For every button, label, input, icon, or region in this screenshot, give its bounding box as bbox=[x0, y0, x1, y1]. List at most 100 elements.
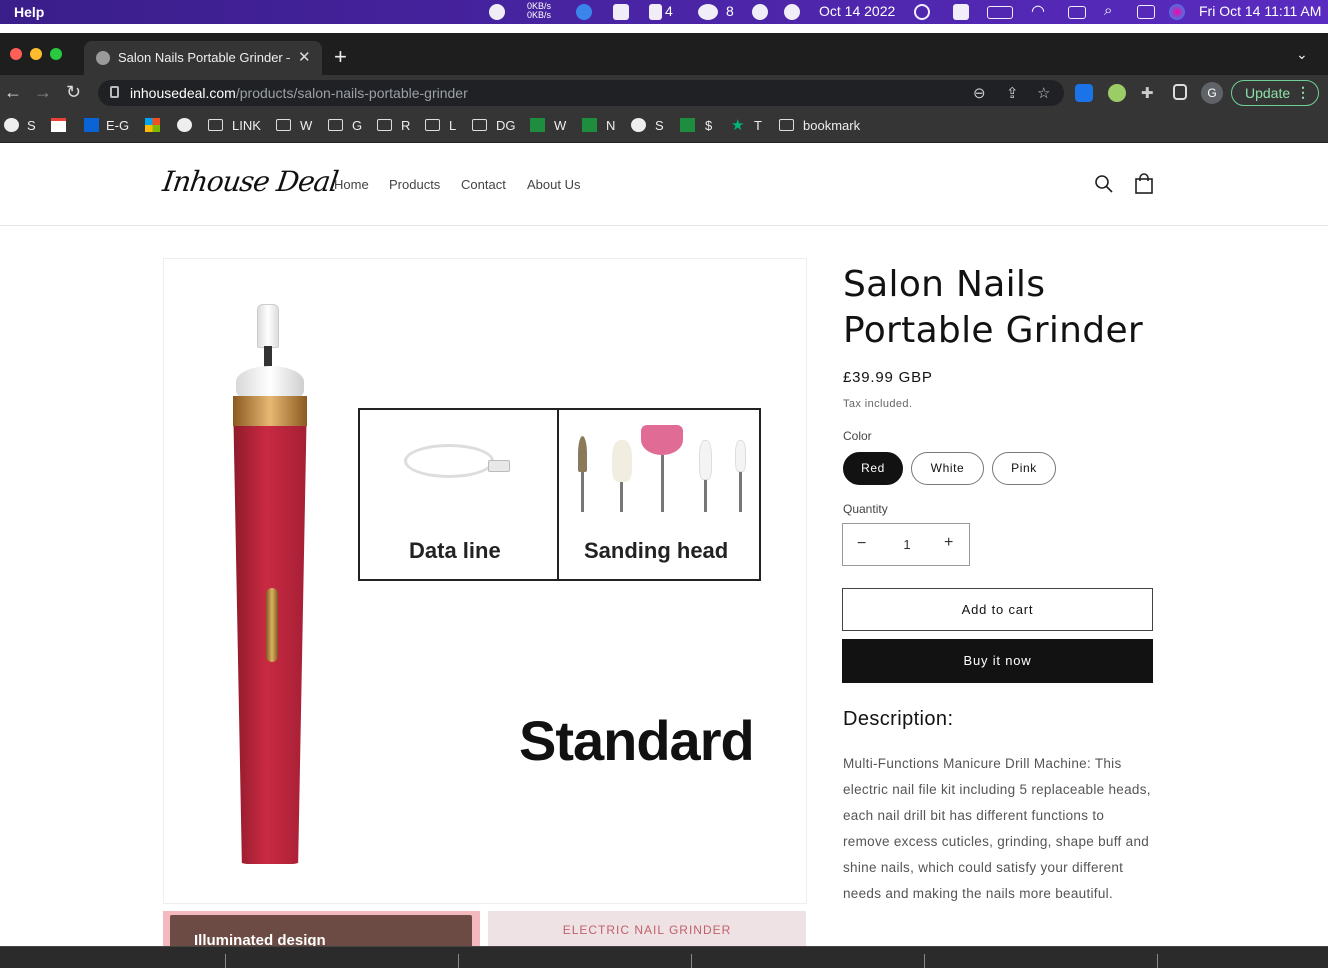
tab-active[interactable]: Salon Nails Portable Grinder – I ✕ bbox=[84, 41, 322, 75]
bookmark-item[interactable]: N bbox=[606, 118, 615, 133]
arrow-app-icon[interactable] bbox=[784, 4, 800, 20]
quantity-increase-button[interactable]: + bbox=[944, 534, 953, 552]
nav-home[interactable]: Home bbox=[334, 177, 369, 192]
tab-close-icon[interactable]: ✕ bbox=[298, 48, 311, 66]
microsoft-icon[interactable] bbox=[145, 118, 160, 132]
sheets-icon bbox=[582, 118, 597, 132]
bookmark-item[interactable]: E-G bbox=[106, 118, 129, 133]
window-minimize-button[interactable] bbox=[30, 48, 42, 60]
reload-button[interactable]: ↻ bbox=[66, 82, 81, 103]
folder-icon bbox=[472, 119, 487, 131]
sanding-head-cone bbox=[578, 436, 587, 472]
bookmark-item[interactable]: W bbox=[554, 118, 566, 133]
address-bar[interactable]: inhousedeal.com/products/salon-nails-por… bbox=[98, 80, 1064, 106]
nav-about-us[interactable]: About Us bbox=[527, 177, 580, 192]
product-thumbnail[interactable]: ELECTRIC NAIL GRINDER bbox=[488, 911, 806, 951]
sanding-head-shaft bbox=[620, 480, 623, 512]
divider bbox=[691, 954, 692, 968]
bookmark-item[interactable]: L bbox=[449, 118, 456, 133]
nav-contact[interactable]: Contact bbox=[461, 177, 506, 192]
folder-icon bbox=[276, 119, 291, 131]
zoom-icon[interactable]: ⊖ bbox=[973, 84, 986, 102]
cart-icon[interactable] bbox=[1134, 173, 1154, 195]
puzzle-extensions-icon[interactable]: ✚ bbox=[1141, 84, 1154, 102]
description-text: Multi-Functions Manicure Drill Machine: … bbox=[843, 756, 1151, 901]
update-button[interactable]: Update ⋮ bbox=[1231, 80, 1319, 106]
add-to-cart-button[interactable]: Add to cart bbox=[842, 588, 1153, 631]
gmail-icon[interactable] bbox=[51, 118, 66, 132]
wifi-icon[interactable]: ◠ bbox=[1031, 1, 1045, 21]
update-label: Update bbox=[1245, 85, 1291, 101]
forward-button[interactable]: → bbox=[34, 82, 52, 103]
divider bbox=[225, 954, 226, 968]
more-menu-icon[interactable]: ⋮ bbox=[1296, 84, 1310, 101]
control-center-icon[interactable] bbox=[1137, 5, 1155, 19]
bookmark-item[interactable]: S bbox=[655, 118, 664, 133]
window-zoom-button[interactable] bbox=[50, 48, 62, 60]
star-icon: ★ bbox=[731, 117, 745, 134]
spotlight-search-icon[interactable]: ⌕ bbox=[1104, 2, 1112, 19]
back-button[interactable]: ← bbox=[4, 82, 22, 103]
grinder-cap bbox=[236, 366, 304, 398]
sanding-head-shaft bbox=[704, 478, 707, 512]
bell-icon[interactable] bbox=[649, 4, 662, 20]
share-icon[interactable]: ⇪ bbox=[1006, 84, 1019, 102]
bookmark-item[interactable]: G bbox=[352, 118, 362, 133]
menubar-clock[interactable]: Fri Oct 14 11:11 AM bbox=[1199, 3, 1321, 19]
divider bbox=[1157, 954, 1158, 968]
window-close-button[interactable] bbox=[10, 48, 22, 60]
bottom-bar bbox=[0, 946, 1328, 968]
search-icon[interactable] bbox=[1094, 174, 1114, 194]
folder-icon bbox=[208, 119, 223, 131]
bookmark-item[interactable]: R bbox=[401, 118, 410, 133]
sheets-icon bbox=[680, 118, 695, 132]
sheets-icon bbox=[530, 118, 545, 132]
battery-icon[interactable] bbox=[987, 6, 1013, 19]
profile-avatar[interactable]: G bbox=[1201, 82, 1223, 104]
keyboard-icon[interactable] bbox=[1068, 6, 1086, 19]
grinder-switch bbox=[266, 588, 278, 662]
color-option-red[interactable]: Red bbox=[843, 452, 903, 485]
site-logo[interactable]: Inhouse Deal bbox=[161, 165, 340, 198]
nav-products[interactable]: Products bbox=[389, 177, 440, 192]
download-extension-icon[interactable] bbox=[1075, 84, 1093, 102]
globe-icon bbox=[96, 51, 110, 65]
wechat-icon[interactable] bbox=[698, 4, 718, 20]
teamviewer-icon[interactable] bbox=[576, 4, 592, 20]
box-label-data-line: Data line bbox=[409, 538, 501, 563]
bookmark-item[interactable]: DG bbox=[496, 118, 516, 133]
time-machine-icon[interactable] bbox=[914, 4, 930, 20]
bookmark-item[interactable]: $ bbox=[705, 118, 712, 133]
bookmark-item[interactable]: T bbox=[754, 118, 762, 133]
grinder-bit bbox=[264, 346, 272, 368]
sidebar-icon[interactable] bbox=[1173, 84, 1187, 100]
box-divider bbox=[557, 410, 559, 579]
product-thumbnail[interactable]: Illuminated design bbox=[163, 911, 480, 955]
divider bbox=[924, 954, 925, 968]
siri-icon[interactable] bbox=[1169, 4, 1185, 20]
lock-icon[interactable] bbox=[110, 86, 119, 98]
bookmark-star-icon[interactable]: ☆ bbox=[1037, 84, 1050, 102]
input-method-icon[interactable] bbox=[953, 4, 969, 20]
globe-icon[interactable] bbox=[177, 118, 192, 132]
address-url[interactable]: inhousedeal.com/products/salon-nails-por… bbox=[130, 85, 468, 101]
color-option-pink[interactable]: Pink bbox=[992, 452, 1056, 485]
check-icon[interactable] bbox=[752, 4, 768, 20]
cat-app-icon[interactable] bbox=[489, 4, 505, 20]
bookmark-item[interactable]: S bbox=[27, 118, 36, 133]
bookmark-item[interactable]: bookmark bbox=[803, 118, 860, 133]
owl-icon[interactable] bbox=[613, 4, 629, 20]
chevron-down-icon[interactable]: ⌄ bbox=[1296, 46, 1308, 63]
bookmark-item[interactable]: W bbox=[300, 118, 312, 133]
color-label: Color bbox=[843, 429, 872, 443]
help-menu[interactable]: Help bbox=[14, 4, 44, 20]
data-line-cable bbox=[404, 444, 494, 478]
color-option-white[interactable]: White bbox=[911, 452, 984, 485]
new-tab-button[interactable]: + bbox=[334, 44, 347, 70]
bookmark-item[interactable]: LINK bbox=[232, 118, 261, 133]
extension-icon[interactable] bbox=[1108, 84, 1126, 102]
buy-it-now-button[interactable]: Buy it now bbox=[842, 639, 1153, 683]
menubar-date[interactable]: Oct 14 2022 bbox=[819, 3, 895, 19]
globe-icon bbox=[631, 118, 646, 132]
network-speed: 0KB/s 0KB/s bbox=[527, 2, 551, 20]
